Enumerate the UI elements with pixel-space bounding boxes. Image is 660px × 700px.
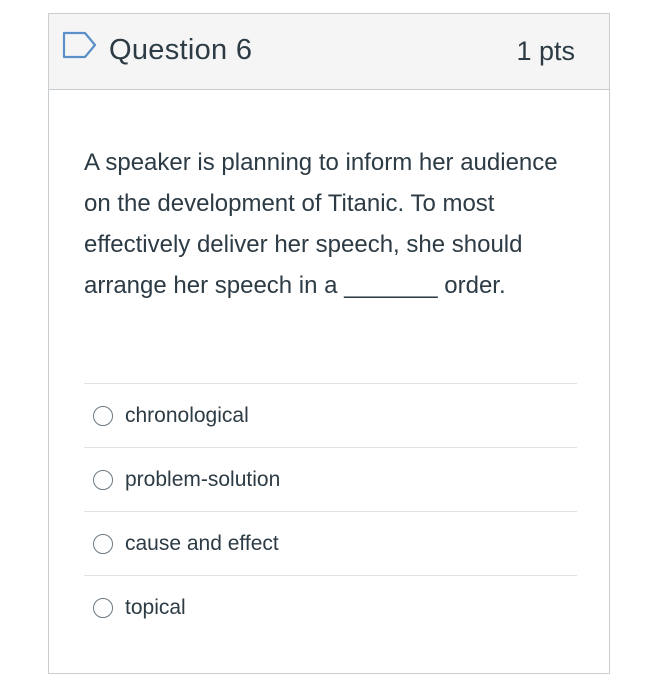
question-points: 1 pts — [516, 36, 575, 66]
question-title: Question 6 — [109, 34, 253, 66]
answer-list: chronological problem-solution cause and… — [84, 383, 577, 639]
radio-button[interactable] — [93, 405, 113, 426]
answer-label: problem-solution — [125, 467, 281, 491]
question-header: Question 6 1 pts — [49, 14, 609, 90]
answer-option[interactable]: topical — [84, 575, 577, 639]
question-text: A speaker is planning to inform her audi… — [84, 149, 558, 299]
answer-option[interactable]: problem-solution — [84, 447, 577, 511]
radio-button[interactable] — [93, 469, 113, 490]
radio-button[interactable] — [93, 533, 113, 554]
answer-option[interactable]: cause and effect — [84, 511, 577, 575]
answer-label: topical — [125, 595, 186, 619]
question-card: Question 6 1 pts A speaker is planning t… — [48, 13, 610, 674]
answer-label: chronological — [125, 403, 249, 427]
flag-outline-icon[interactable] — [62, 31, 98, 59]
answer-label: cause and effect — [125, 531, 279, 555]
answer-option[interactable]: chronological — [84, 383, 577, 447]
radio-button[interactable] — [93, 597, 113, 618]
